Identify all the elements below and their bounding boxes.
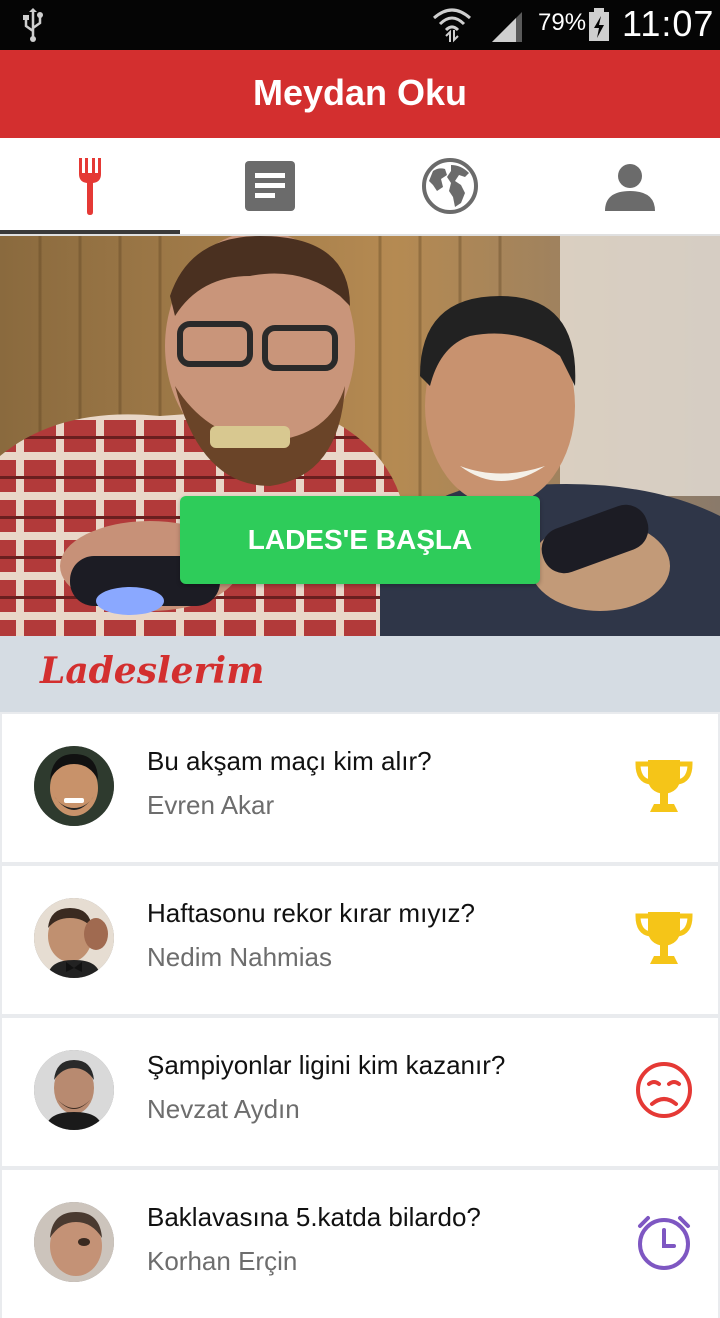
trophy-icon [635,760,693,812]
challenge-question: Şampiyonlar ligini kim kazanır? [147,1050,506,1080]
wifi-icon [433,8,471,43]
active-tab-indicator [0,230,180,234]
globe-icon [422,158,478,214]
challenger-name: Evren Akar [147,790,275,820]
challenger-name: Korhan Erçin [147,1246,298,1276]
signal-icon [492,12,522,42]
document-icon [245,161,295,211]
section-header: Ladeslerim [0,636,720,712]
profile-icon [605,164,655,211]
tab-food[interactable] [0,138,180,234]
start-lades-button[interactable]: LADES'E BAŞLA [180,496,540,584]
tab-profile[interactable] [540,138,720,234]
challenge-question: Haftasonu rekor kırar mıyız? [147,898,475,928]
battery-charging-icon [589,8,609,41]
list-item[interactable]: Haftasonu rekor kırar mıyız? Nedim Nahmi… [2,866,718,1014]
challenger-name: Nevzat Aydın [147,1094,300,1124]
clock: 11:07 [622,3,715,44]
avatar [34,1202,114,1282]
trophy-icon [635,912,693,964]
challenger-name: Nedim Nahmias [147,942,332,972]
list-item[interactable]: Baklavasına 5.katda bilardo? Korhan Erçi… [2,1170,718,1318]
fork-icon [79,158,101,215]
clock-icon [638,1216,690,1270]
app-title: Meydan Oku [252,72,468,113]
list-item[interactable]: Bu akşam maçı kim alır? Evren Akar [2,714,718,862]
tab-bar [0,138,720,236]
usb-icon [23,8,43,42]
challenge-question: Bu akşam maçı kim alır? [147,746,432,776]
avatar [34,746,114,826]
avatar [34,1050,114,1130]
list-item[interactable]: Şampiyonlar ligini kim kazanır? Nevzat A… [2,1018,718,1166]
challenge-question: Baklavasına 5.katda bilardo? [147,1202,481,1232]
app-bar: Meydan Oku [0,50,720,138]
tab-global[interactable] [360,138,540,234]
section-title: Ladeslerim [40,650,265,692]
status-bar: 79% 11:07 [0,0,720,50]
sad-face-icon [636,1062,692,1118]
avatar [34,898,114,978]
tab-feed[interactable] [180,138,360,234]
battery-percent: 79% [538,9,587,36]
